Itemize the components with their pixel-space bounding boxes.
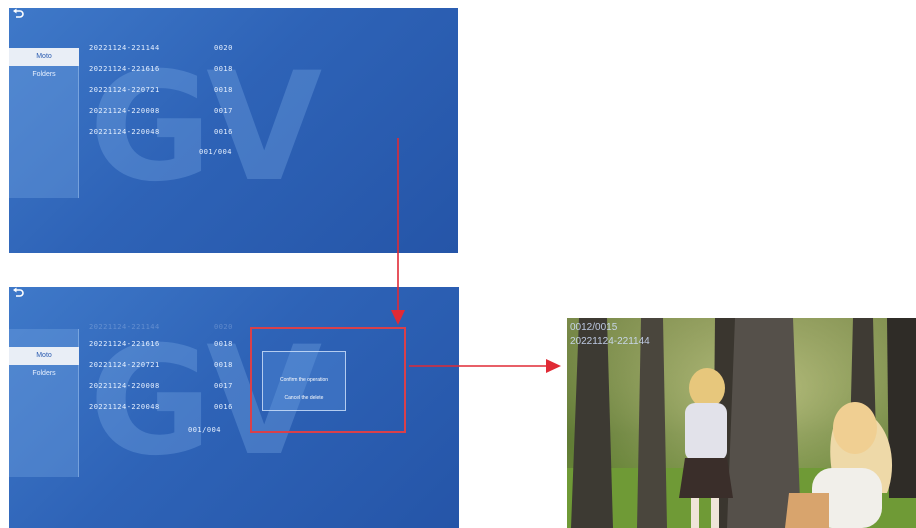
- file-name: 20221124-220721: [89, 86, 160, 94]
- file-count: 0016: [214, 403, 233, 411]
- file-list-screen-bottom: GV Moto Folders 20221124-221144 0020 202…: [9, 287, 459, 528]
- sidebar-item-moto[interactable]: Moto: [9, 48, 79, 66]
- file-count: 0020: [214, 323, 233, 331]
- file-count: 0018: [214, 361, 233, 369]
- list-item[interactable]: 20221124-220008 0017: [89, 382, 259, 403]
- list-item[interactable]: 20221124-220721 0018: [89, 86, 259, 107]
- file-list-screen-top: GV Moto Folders 20221124-221144 0020 202…: [9, 8, 458, 253]
- list-item[interactable]: 20221124-220048 0016: [89, 128, 259, 149]
- file-count: 0016: [214, 128, 233, 136]
- list-item[interactable]: 20221124-221616 0018: [89, 340, 259, 361]
- file-count: 0018: [214, 86, 233, 94]
- page-counter: 001/004: [188, 426, 222, 434]
- file-name: 20221124-221144: [89, 323, 160, 331]
- file-count: 0017: [214, 382, 233, 390]
- file-count: 0018: [214, 340, 233, 348]
- file-name: 20221124-220008: [89, 382, 160, 390]
- sidebar: Moto Folders: [9, 329, 79, 477]
- sidebar-item-folders[interactable]: Folders: [9, 365, 79, 383]
- list-item[interactable]: 20221124-220048 0016: [89, 403, 259, 424]
- file-name: 20221124-221616: [89, 340, 160, 348]
- confirm-button[interactable]: Confirm the operation: [263, 377, 345, 383]
- list-item[interactable]: 20221124-220008 0017: [89, 107, 259, 128]
- right-arrow-head: [546, 359, 561, 373]
- sidebar-item-moto[interactable]: Moto: [9, 347, 79, 365]
- file-name: 20221124-220008: [89, 107, 160, 115]
- file-name: 20221124-220048: [89, 128, 160, 136]
- photo-image: [567, 318, 916, 528]
- list-item[interactable]: 20221124-221144 0020: [89, 44, 259, 65]
- cancel-button[interactable]: Cancel the delete: [263, 395, 345, 401]
- file-count: 0018: [214, 65, 233, 73]
- file-name: 20221124-220721: [89, 361, 160, 369]
- file-list: 20221124-221144 0020 20221124-221616 001…: [89, 44, 259, 149]
- file-list: 20221124-221144 0020 20221124-221616 001…: [89, 323, 259, 424]
- photo-preview: 0012/0015 20221124-221144: [567, 318, 916, 528]
- photo-filename: 20221124-221144: [570, 336, 650, 347]
- list-item[interactable]: 20221124-221616 0018: [89, 65, 259, 86]
- back-icon[interactable]: [11, 8, 25, 22]
- back-icon[interactable]: [11, 287, 25, 301]
- file-name: 20221124-221616: [89, 65, 160, 73]
- list-item[interactable]: 20221124-220721 0018: [89, 361, 259, 382]
- file-count: 0017: [214, 107, 233, 115]
- file-name: 20221124-220048: [89, 403, 160, 411]
- sidebar-item-folders[interactable]: Folders: [9, 66, 79, 84]
- list-item[interactable]: 20221124-221144 0020: [89, 323, 259, 340]
- photo-index: 0012/0015: [570, 322, 618, 333]
- page-counter: 001/004: [199, 148, 233, 156]
- file-count: 0020: [214, 44, 233, 52]
- delete-confirm-dialog: Confirm the operation Cancel the delete: [262, 351, 346, 411]
- file-name: 20221124-221144: [89, 44, 160, 52]
- sidebar: Moto Folders: [9, 48, 79, 198]
